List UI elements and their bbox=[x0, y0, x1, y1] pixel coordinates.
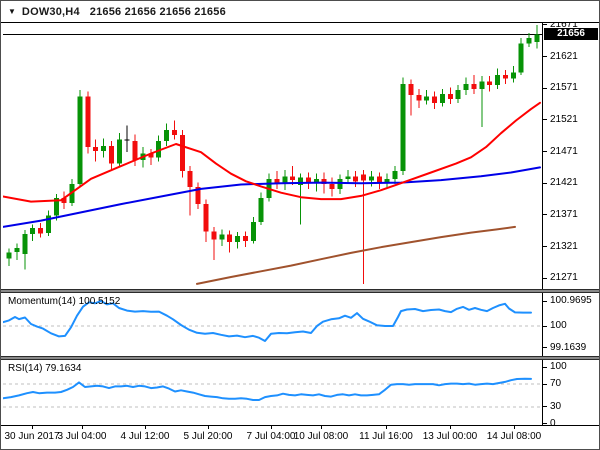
price-axis-tick bbox=[543, 277, 547, 279]
price-tick-label: 21571 bbox=[550, 82, 578, 94]
time-tick-label: 4 Jul 12:00 bbox=[120, 431, 170, 442]
price-axis-tick bbox=[543, 406, 547, 408]
time-tick-label: 13 Jul 00:00 bbox=[422, 431, 478, 442]
time-tick-label: 14 Jul 08:00 bbox=[486, 431, 542, 442]
time-tick-label: 3 Jul 04:00 bbox=[57, 431, 107, 442]
time-axis-tick bbox=[271, 426, 272, 429]
time-axis-tick bbox=[208, 426, 209, 429]
price-axis-tick bbox=[543, 347, 547, 349]
price-axis-tick bbox=[543, 214, 547, 216]
price-chart-panel[interactable] bbox=[3, 23, 542, 289]
price-tick-label: 21521 bbox=[550, 113, 578, 125]
time-tick-label: 10 Jul 08:00 bbox=[293, 431, 349, 442]
panel-separator[interactable] bbox=[1, 356, 599, 360]
time-tick-label: 7 Jul 04:00 bbox=[246, 431, 296, 442]
price-axis-tick bbox=[543, 119, 547, 121]
time-axis[interactable]: 30 Jun 2017 3 Jul 04:00 4 Jul 12:00 5 Jul 2… bbox=[1, 425, 542, 449]
chart-title-bar: ▼ DOW30,H4 21656 21656 21656 21656 bbox=[1, 1, 599, 23]
price-tick-label: 21321 bbox=[550, 240, 578, 252]
price-axis-tick bbox=[543, 300, 547, 302]
price-axis-tick bbox=[543, 56, 547, 58]
price-tick-label: 99.1639 bbox=[550, 341, 587, 353]
time-axis-tick bbox=[82, 426, 83, 429]
price-tick-label: 0 bbox=[550, 417, 556, 429]
panel-separator[interactable] bbox=[1, 289, 599, 293]
price-axis-tick bbox=[543, 325, 547, 327]
ohlc-quotes: 21656 21656 21656 21656 bbox=[89, 5, 226, 18]
price-tick-label: 100 bbox=[550, 361, 567, 373]
price-axis-tick bbox=[543, 246, 547, 248]
momentum-line bbox=[3, 300, 532, 342]
price-tick-label: 21421 bbox=[550, 177, 578, 189]
price-tick-label: 21371 bbox=[550, 208, 578, 220]
time-tick-label: 5 Jul 20:00 bbox=[183, 431, 233, 442]
price-tick-label: 30 bbox=[550, 400, 562, 412]
time-axis-tick bbox=[386, 426, 387, 429]
chart-window: ▼ DOW30,H4 21656 21656 21656 21656 Momen… bbox=[0, 0, 600, 450]
price-tick-label: 21621 bbox=[550, 50, 578, 62]
price-axis-tick bbox=[543, 383, 547, 385]
time-axis-tick bbox=[514, 426, 515, 429]
time-axis-tick bbox=[450, 426, 451, 429]
time-tick-label: 11 Jul 16:00 bbox=[359, 431, 413, 442]
price-tick-label: 100.9695 bbox=[550, 295, 592, 307]
price-tick-label: 21271 bbox=[550, 272, 578, 284]
rsi-panel[interactable]: RSI(14) 79.1634 bbox=[3, 360, 542, 425]
time-tick-label: 30 Jun 2017 bbox=[4, 431, 60, 442]
price-axis[interactable]: 21656 21671 21621 21571 21521 21471 21421 2137… bbox=[543, 1, 599, 449]
momentum-label: Momentum(14) 100.5152 bbox=[8, 296, 121, 307]
price-axis-tick bbox=[543, 182, 547, 184]
price-tick-label: 100 bbox=[550, 320, 567, 332]
symbol-dropdown-icon[interactable]: ▼ bbox=[8, 7, 16, 16]
price-axis-tick bbox=[543, 366, 547, 368]
ma-slow-brown bbox=[196, 225, 516, 285]
momentum-panel[interactable]: Momentum(14) 100.5152 bbox=[3, 293, 542, 356]
price-axis-tick bbox=[543, 24, 547, 26]
time-axis-tick bbox=[32, 426, 33, 429]
price-axis-tick bbox=[543, 87, 547, 89]
time-axis-tick bbox=[145, 426, 146, 429]
price-tick-label: 21471 bbox=[550, 145, 578, 157]
price-axis-tick bbox=[543, 423, 547, 425]
time-axis-tick bbox=[321, 426, 322, 429]
price-tick-label: 70 bbox=[550, 378, 562, 390]
rsi-line bbox=[3, 377, 532, 401]
rsi-label: RSI(14) 79.1634 bbox=[8, 363, 82, 374]
price-axis-tick bbox=[543, 151, 547, 153]
symbol-timeframe-label: DOW30,H4 bbox=[21, 5, 80, 18]
current-price-tag: 21656 bbox=[544, 28, 598, 41]
